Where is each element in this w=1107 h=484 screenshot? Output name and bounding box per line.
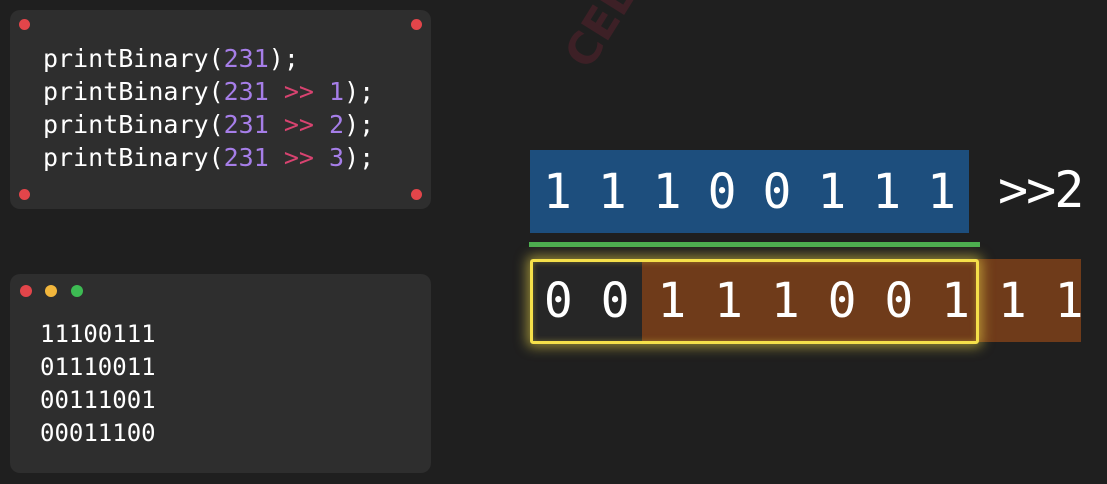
code-token-op: >> xyxy=(283,77,314,106)
window-close-icon[interactable] xyxy=(20,285,32,297)
corner-marker-icon xyxy=(411,189,422,200)
console-output: 11100111 01110011 00111001 00011100 xyxy=(40,318,156,450)
code-token-num: 231 xyxy=(223,77,269,106)
code-token-shift: 2 xyxy=(329,110,345,139)
output-line: 01110011 xyxy=(40,353,156,381)
code-block: printBinary(231); printBinary(231 >> 1); p… xyxy=(43,42,374,174)
shifted-bit-row: 0011100111 xyxy=(530,259,1084,344)
code-token-end: ); xyxy=(344,143,375,172)
code-token-end: ); xyxy=(344,77,375,106)
bit-digit: 0 xyxy=(762,163,792,220)
corner-marker-icon xyxy=(411,19,422,30)
code-token-end: ); xyxy=(268,44,299,73)
code-token-fn: printBinary( xyxy=(43,44,224,73)
watermark-text: CELEOSIO xyxy=(555,0,727,77)
code-token-num: 231 xyxy=(223,110,269,139)
code-token-shift: 1 xyxy=(329,77,345,106)
bit-digit: 1 xyxy=(652,163,682,220)
bit-digit: 1 xyxy=(542,163,572,220)
window-minimize-icon[interactable] xyxy=(45,285,57,297)
code-token-fn: printBinary( xyxy=(43,77,224,106)
bit-digit: 1 xyxy=(597,163,627,220)
code-token-op: >> xyxy=(283,110,314,139)
bit-digit: 1 xyxy=(1054,272,1084,329)
code-token-op: >> xyxy=(283,143,314,172)
code-token-fn: printBinary( xyxy=(43,110,224,139)
code-token-shift: 3 xyxy=(329,143,345,172)
code-token-end: ); xyxy=(344,110,375,139)
corner-marker-icon xyxy=(19,19,30,30)
corner-marker-icon xyxy=(19,189,30,200)
code-token-fn: printBinary( xyxy=(43,143,224,172)
code-token-num: 231 xyxy=(223,44,269,73)
output-line: 11100111 xyxy=(40,320,156,348)
bit-digit: 1 xyxy=(872,163,902,220)
bit-digit: 1 xyxy=(817,163,847,220)
code-line: printBinary(231 >> 3); xyxy=(43,141,374,174)
code-editor-panel: printBinary(231); printBinary(231 >> 1); p… xyxy=(10,10,431,209)
code-line: printBinary(231 >> 1); xyxy=(43,75,374,108)
console-output-panel: 11100111 01110011 00111001 00011100 xyxy=(10,274,431,473)
window-maximize-icon[interactable] xyxy=(71,285,83,297)
result-window-highlight xyxy=(530,259,979,344)
code-line: printBinary(231); xyxy=(43,42,374,75)
bit-digit: 1 xyxy=(997,272,1027,329)
shift-operator-label: >>2 xyxy=(998,161,1084,219)
output-line: 00011100 xyxy=(40,419,156,447)
output-line: 00111001 xyxy=(40,386,156,414)
divider-line xyxy=(529,242,980,247)
bit-digit: 1 xyxy=(927,163,957,220)
code-token-num: 231 xyxy=(223,143,269,172)
code-line: printBinary(231 >> 2); xyxy=(43,108,374,141)
bit-digit: 0 xyxy=(707,163,737,220)
original-bit-row: 11100111 xyxy=(530,150,969,233)
